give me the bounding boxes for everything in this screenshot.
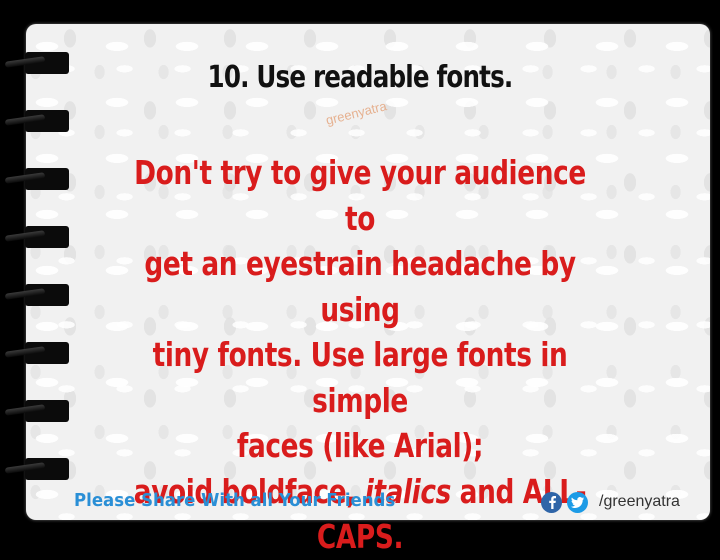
social-handle[interactable]: /greenyatra: [599, 493, 680, 511]
slide-stage: 10. Use readable fonts. greenyatra Don't…: [0, 0, 720, 556]
body-line: get an eyestrain headache by using: [144, 244, 576, 329]
spiral-ring: [4, 50, 69, 76]
spiral-ring: [4, 224, 69, 250]
social-links: /greenyatra: [541, 490, 680, 514]
facebook-icon[interactable]: [541, 491, 562, 513]
spiral-ring: [4, 166, 69, 192]
spiral-ring: [4, 398, 69, 424]
body-line: tiny fonts. Use large fonts in simple: [152, 335, 568, 420]
body-line: Don't try to give your audience to: [134, 153, 586, 238]
spiral-ring: [4, 456, 69, 482]
spiral-ring: [4, 108, 69, 134]
twitter-icon[interactable]: [567, 491, 588, 513]
share-text: Please Share With all Your Friends: [74, 490, 396, 511]
body-line: CAPS.: [316, 517, 404, 556]
spiral-ring: [4, 282, 69, 308]
spiral-ring: [4, 340, 69, 366]
slide-title: 10. Use readable fonts.: [207, 60, 514, 95]
body-line: faces (like Arial);: [236, 426, 484, 465]
